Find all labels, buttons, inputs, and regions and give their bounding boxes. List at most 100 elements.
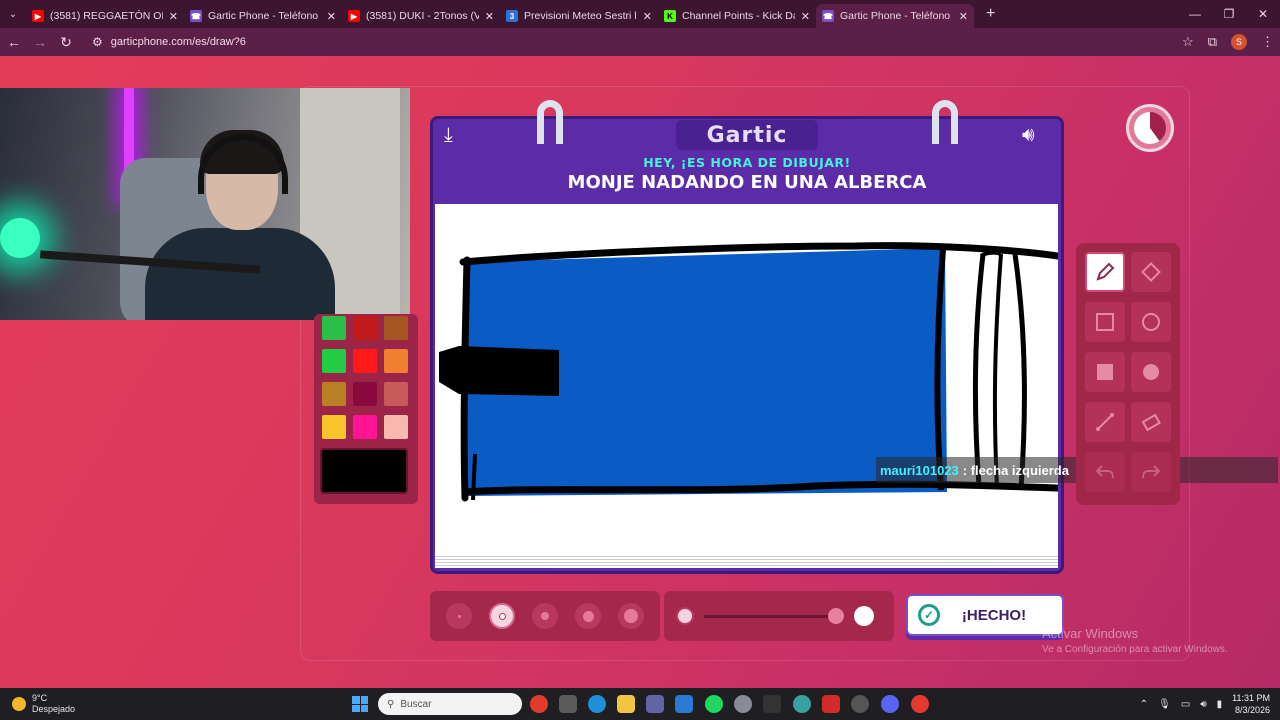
color-swatch[interactable] <box>353 316 377 340</box>
rectangle-tool[interactable] <box>1085 302 1125 342</box>
tray-chevron-icon[interactable]: ⌃ <box>1140 699 1148 710</box>
minimize-icon[interactable]: — <box>1178 0 1212 28</box>
close-tab-icon[interactable]: ✕ <box>169 10 178 23</box>
sound-icon[interactable]: 🔊︎ <box>1022 124 1035 147</box>
clock-date: 8/3/2026 <box>1234 705 1270 715</box>
opacity-track[interactable] <box>704 615 834 618</box>
tab-title: Channel Points - Kick Dashboar <box>682 10 795 22</box>
restore-icon[interactable]: ❐ <box>1212 0 1246 28</box>
back-icon[interactable]: ← <box>2 30 26 54</box>
color-swatch[interactable] <box>322 415 346 439</box>
app-red-icon[interactable] <box>822 695 840 713</box>
brush-size-1[interactable] <box>446 603 472 629</box>
mail-icon[interactable] <box>675 695 693 713</box>
color-swatch[interactable] <box>322 349 346 373</box>
discord-icon[interactable] <box>881 695 899 713</box>
spotify-icon[interactable] <box>705 695 723 713</box>
weather-temp: 9°C <box>32 693 48 703</box>
chat-username: mauri101023 <box>880 462 959 478</box>
chrome-alt-icon[interactable] <box>911 695 929 713</box>
close-tab-icon[interactable]: ✕ <box>801 10 810 23</box>
eraser-tool[interactable] <box>1131 402 1171 442</box>
tab-search-chevron-icon[interactable]: ⌄ <box>0 0 26 28</box>
bookmark-star-icon[interactable]: ☆ <box>1182 34 1194 50</box>
chrome-icon[interactable] <box>530 695 548 713</box>
color-swatch[interactable] <box>322 382 346 406</box>
mic-icon[interactable]: 🎙︎ <box>1158 699 1171 710</box>
filled-rectangle-tool[interactable] <box>1085 352 1125 392</box>
pencil-tool[interactable] <box>1085 252 1125 292</box>
undo-button[interactable] <box>1085 452 1125 492</box>
color-swatch[interactable] <box>353 415 377 439</box>
ladder-top-1 <box>979 250 1002 258</box>
browser-tab[interactable]: 3 Previsioni Meteo Sestri levante ✕ <box>500 4 658 28</box>
circle-filled-icon <box>1143 364 1159 380</box>
brush-size-3[interactable] <box>532 603 558 629</box>
color-swatch[interactable] <box>322 316 346 340</box>
opacity-slider[interactable] <box>664 591 894 641</box>
site-info-icon[interactable]: ⚙ <box>92 35 103 49</box>
canvas-drawing <box>439 242 1062 502</box>
forward-icon[interactable]: → <box>28 30 52 54</box>
battery-icon[interactable]: ▮ <box>1217 699 1223 710</box>
color-swatch[interactable] <box>384 349 408 373</box>
ladder-line-3 <box>1012 253 1027 489</box>
download-icon[interactable]: ⤓ <box>444 124 453 147</box>
close-tab-icon[interactable]: ✕ <box>959 10 968 23</box>
edge-icon[interactable] <box>588 695 606 713</box>
globe-icon[interactable] <box>793 695 811 713</box>
tab-bar: ⌄ ▶ (3581) REGGAETÓN OLD SCHO ✕ ☎ Gartic… <box>0 0 1280 28</box>
done-button[interactable]: ✓ ¡HECHO! <box>906 594 1064 636</box>
browser-menu-icon[interactable]: ⋮ <box>1261 34 1274 50</box>
pool-left-stroke <box>471 453 477 501</box>
browser-tab[interactable]: ▶ (3581) DUKI - 2Tonos (Video Of ✕ <box>342 4 500 28</box>
network-icon[interactable]: ▭ <box>1181 699 1190 710</box>
color-swatch[interactable] <box>353 349 377 373</box>
ellipse-tool[interactable] <box>1131 302 1171 342</box>
new-tab-icon[interactable]: + <box>986 5 995 23</box>
weather-widget[interactable]: 9°C Despejado <box>12 693 75 715</box>
reload-icon[interactable]: ↻ <box>54 30 78 54</box>
app-icon[interactable] <box>734 695 752 713</box>
close-tab-icon[interactable]: ✕ <box>485 10 494 23</box>
brush-size-2[interactable] <box>489 603 515 629</box>
chat-text: : flecha izquierda <box>962 462 1069 478</box>
color-swatch[interactable] <box>384 382 408 406</box>
color-swatch[interactable] <box>384 316 408 340</box>
teams-icon[interactable] <box>646 695 664 713</box>
volume-icon[interactable]: 🔊︎ <box>1200 699 1206 710</box>
browser-tab[interactable]: ▶ (3581) REGGAETÓN OLD SCHO ✕ <box>26 4 184 28</box>
browser-tab-active[interactable]: ☎ Gartic Phone - Teléfono Descor ✕ <box>816 4 974 28</box>
clock[interactable]: 11:31 PM 8/3/2026 <box>1232 692 1270 716</box>
close-tab-icon[interactable]: ✕ <box>327 10 336 23</box>
close-tab-icon[interactable]: ✕ <box>643 10 652 23</box>
browser-tab[interactable]: ☎ Gartic Phone - Teléfono Descor ✕ <box>184 4 342 28</box>
brush-size-5[interactable] <box>618 603 644 629</box>
square-filled-icon <box>1097 364 1113 380</box>
address-bar[interactable]: ⚙ garticphone.com/es/draw?6 <box>86 31 1186 53</box>
gartic-icon: ☎ <box>822 10 834 22</box>
filled-ellipse-tool[interactable] <box>1131 352 1171 392</box>
profile-avatar[interactable]: S <box>1231 34 1247 50</box>
color-swatch[interactable] <box>384 415 408 439</box>
brush-size-4[interactable] <box>575 603 601 629</box>
activate-title: Activar Windows <box>1042 626 1139 641</box>
close-window-icon[interactable]: ✕ <box>1246 0 1280 28</box>
extensions-icon[interactable]: ⧉ <box>1208 34 1217 50</box>
drawing-canvas[interactable] <box>435 204 1062 560</box>
line-tool[interactable] <box>1085 402 1125 442</box>
drawing-prompt: MONJE NADANDO EN UNA ALBERCA <box>567 172 927 193</box>
youtube-icon: ▶ <box>348 10 360 22</box>
browser-tab[interactable]: K Channel Points - Kick Dashboar ✕ <box>658 4 816 28</box>
steam-icon[interactable] <box>851 695 869 713</box>
epic-games-icon[interactable] <box>763 695 781 713</box>
opacity-knob[interactable] <box>828 608 844 624</box>
tab-title: Gartic Phone - Teléfono Descor <box>208 10 321 22</box>
file-explorer-icon[interactable] <box>617 695 635 713</box>
bucket-tool[interactable] <box>1131 252 1171 292</box>
color-swatch[interactable] <box>353 382 377 406</box>
store-icon[interactable] <box>559 695 577 713</box>
taskbar-search[interactable]: ⚲ Buscar <box>378 693 522 715</box>
start-button[interactable] <box>352 696 368 712</box>
redo-button[interactable] <box>1131 452 1171 492</box>
